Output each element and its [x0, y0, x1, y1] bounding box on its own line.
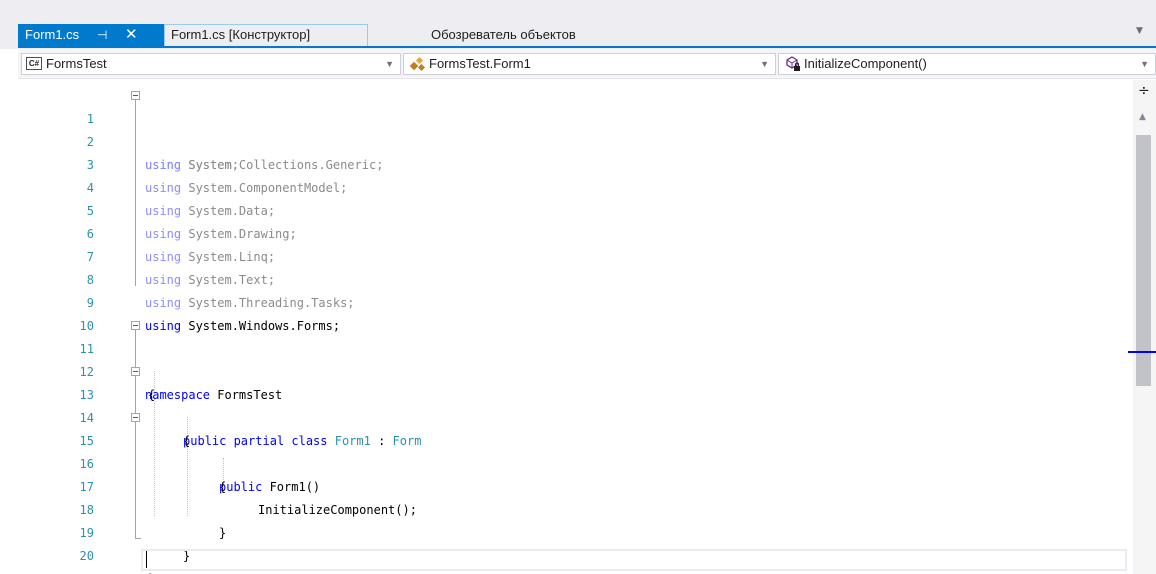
code-line: 18 }: [18, 476, 1133, 540]
collapse-icon[interactable]: [131, 91, 140, 100]
code-line: 10: [18, 292, 1133, 333]
close-icon[interactable]: ✕: [125, 24, 138, 46]
class-icon: [410, 56, 426, 72]
code-line: 1 using System;: [18, 85, 1133, 172]
code-line: 7 using System.Text;: [18, 223, 1133, 287]
code-line: 12 {: [18, 338, 1133, 402]
code-line: 16 {: [18, 430, 1133, 494]
code-line: 5 using System.Drawing;: [18, 177, 1133, 241]
tab-object-browser[interactable]: Обозреватель объектов: [431, 24, 576, 46]
code-area[interactable]: 1 using System; 2 using System.Collectio…: [18, 80, 1133, 574]
tab-label: Обозреватель объектов: [431, 27, 576, 42]
current-line-highlight: [141, 549, 1127, 571]
code-line: 13 public partial class Form1 : Form: [18, 361, 1133, 448]
collapse-icon[interactable]: [131, 413, 140, 422]
code-line: 4 using System.Data;: [18, 154, 1133, 218]
member-dropdown-label: InitializeComponent(): [804, 56, 927, 71]
member-dropdown[interactable]: InitializeComponent() ▼: [778, 53, 1156, 75]
chevron-down-icon[interactable]: ▼: [1136, 26, 1143, 36]
type-dropdown[interactable]: FormsTest.Form1 ▼: [403, 53, 776, 75]
code-line: 3 using System.ComponentModel;: [18, 131, 1133, 195]
code-line: 6 using System.Linq;: [18, 200, 1133, 264]
code-line: 9 using System.Windows.Forms;: [18, 269, 1133, 333]
code-line: 11 namespace FormsTest: [18, 315, 1133, 402]
code-line: 19 }: [18, 499, 1133, 563]
project-dropdown-label: FormsTest: [46, 56, 107, 71]
private-method-icon: [786, 56, 800, 71]
code-line: 14 {: [18, 384, 1133, 448]
code-line: 17 InitializeComponent();: [18, 453, 1133, 517]
collapse-icon[interactable]: [131, 321, 140, 330]
code-line: 20 }: [18, 522, 1133, 574]
tab-label: Form1.cs: [25, 27, 80, 42]
tab-form1-cs[interactable]: Form1.cs ⊣ ✕: [18, 24, 164, 46]
tab-form1-designer[interactable]: Form1.cs [Конструктор]: [164, 24, 368, 46]
type-dropdown-label: FormsTest.Form1: [429, 56, 531, 71]
navigation-bar: C# FormsTest ▼ FormsTest.Form1 ▼ Initial…: [18, 49, 1156, 79]
chevron-down-icon: ▼: [760, 59, 769, 69]
scrollbar-thumb[interactable]: [1136, 135, 1151, 386]
vertical-scrollbar[interactable]: ÷ ▲: [1128, 80, 1156, 574]
tab-label: Form1.cs [Конструктор]: [171, 27, 311, 42]
chevron-down-icon: ▼: [385, 59, 394, 69]
code-line: 2 using System.Collections.Generic;: [18, 108, 1133, 172]
project-dropdown[interactable]: C# FormsTest ▼: [21, 53, 401, 75]
code-editor[interactable]: 1 using System; 2 using System.Collectio…: [18, 80, 1133, 574]
caret-position-marker: [1128, 351, 1156, 353]
code-line: 15 public Form1(): [18, 407, 1133, 494]
collapse-icon[interactable]: [131, 367, 140, 376]
csharp-project-icon: C#: [26, 57, 42, 70]
tab-underline: [18, 46, 1156, 48]
document-tab-strip: Form1.cs ⊣ ✕ Form1.cs [Конструктор] Обоз…: [0, 0, 1156, 49]
text-caret: [146, 551, 147, 568]
pin-icon[interactable]: ⊣: [97, 24, 107, 46]
chevron-down-icon: ▼: [1140, 59, 1149, 69]
split-editor-icon[interactable]: ÷: [1138, 84, 1150, 98]
scroll-up-icon[interactable]: ▲: [1139, 112, 1146, 122]
code-line: 8 using System.Threading.Tasks;: [18, 246, 1133, 310]
